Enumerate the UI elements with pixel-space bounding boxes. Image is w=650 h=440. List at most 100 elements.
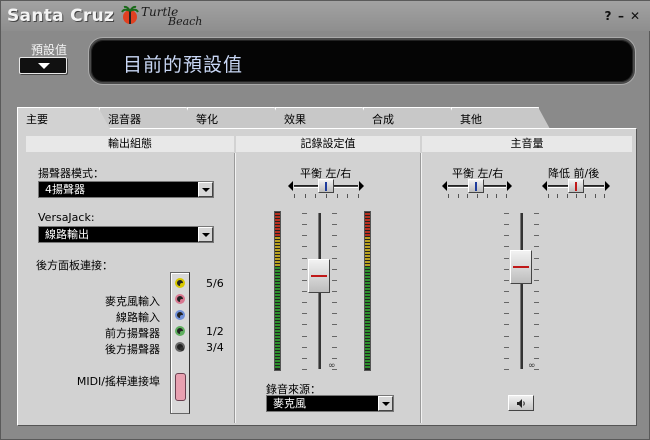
minimize-button[interactable]: – — [615, 10, 627, 22]
meter-segment — [365, 240, 370, 242]
slider-tick — [504, 224, 509, 225]
arrow-right-icon — [359, 181, 364, 191]
meter-segment — [275, 348, 280, 350]
meter-segment — [365, 363, 370, 365]
arrow-left-icon — [442, 181, 447, 191]
slider-tick — [504, 313, 509, 314]
slider-tick — [305, 194, 306, 198]
slider-tick — [504, 358, 509, 359]
meter-segment — [275, 225, 280, 227]
main-tab-panel: 輸出組態 記錄設定值 主音量 揚聲器模式： 4揚聲器 VersaJack: 線路… — [17, 128, 637, 426]
tab-mixer[interactable]: 混音器 — [99, 107, 198, 129]
master-fader-thumb[interactable] — [568, 179, 584, 193]
meter-segment — [365, 354, 370, 356]
meter-segment — [275, 213, 280, 215]
meter-segment — [365, 297, 370, 299]
tab-effects[interactable]: 效果 — [275, 107, 374, 129]
meter-segment — [275, 252, 280, 254]
meter-segment — [365, 237, 370, 239]
record-source-select[interactable]: 麥克風 — [266, 395, 394, 412]
slider-tick — [332, 291, 337, 292]
slider-tick — [534, 324, 539, 325]
meter-segment — [275, 318, 280, 320]
record-source-value: 麥克風 — [273, 397, 306, 410]
slider-tick — [302, 280, 307, 281]
meter-segment — [275, 324, 280, 326]
master-fader-slider[interactable] — [542, 179, 610, 198]
slider-tick — [332, 313, 337, 314]
preset-dropdown-button[interactable] — [19, 57, 67, 74]
slider-tick — [302, 302, 307, 303]
chevron-down-icon[interactable] — [198, 227, 213, 242]
record-volume-thumb[interactable] — [308, 259, 330, 293]
master-balance-thumb[interactable] — [468, 179, 484, 193]
meter-segment — [275, 267, 280, 269]
help-button[interactable]: ? — [602, 10, 614, 22]
slider-tick — [332, 224, 337, 225]
jack-channel-3-4: 3/4 — [206, 341, 224, 354]
slider-tick — [332, 358, 337, 359]
slider-tick — [302, 246, 307, 247]
meter-segment — [275, 249, 280, 251]
meter-segment — [365, 315, 370, 317]
meter-segment — [365, 252, 370, 254]
meter-segment — [365, 360, 370, 362]
slider-tick — [504, 280, 509, 281]
versajack-label: VersaJack: — [38, 211, 95, 224]
tab-main[interactable]: 主要 — [17, 107, 110, 129]
meter-segment — [275, 297, 280, 299]
meter-segment — [365, 216, 370, 218]
slider-tick — [576, 194, 577, 198]
meter-segment — [365, 306, 370, 308]
versajack-select[interactable]: 線路輸出 — [38, 226, 214, 243]
meter-segment — [365, 342, 370, 344]
meter-segment — [275, 321, 280, 323]
meter-segment — [275, 279, 280, 281]
tab-other[interactable]: 其他 — [451, 107, 550, 129]
record-balance-thumb[interactable] — [318, 179, 334, 193]
jack-channel-5-6: 5/6 — [206, 277, 224, 290]
mute-button[interactable] — [508, 395, 534, 411]
master-balance-slider[interactable] — [442, 179, 512, 198]
slider-tick — [534, 280, 539, 281]
slider-tick — [332, 302, 337, 303]
meter-segment — [275, 345, 280, 347]
section-divider — [234, 153, 236, 423]
meter-segment — [275, 303, 280, 305]
slider-tick — [504, 324, 509, 325]
chevron-down-icon[interactable] — [378, 396, 393, 411]
meter-segment — [365, 228, 370, 230]
meter-segment — [365, 303, 370, 305]
slider-tick — [504, 347, 509, 348]
slider-tick — [504, 302, 509, 303]
speaker-mode-select[interactable]: 4揚聲器 — [38, 181, 214, 198]
output-config-header: 輸出組態 — [26, 136, 234, 152]
chevron-down-icon[interactable] — [198, 182, 213, 197]
slider-tick — [534, 269, 539, 270]
meter-segment — [275, 246, 280, 248]
slider-tick — [302, 235, 307, 236]
meter-segment — [275, 216, 280, 218]
speaker-mode-value: 4揚聲器 — [45, 183, 85, 196]
meter-segment — [275, 273, 280, 275]
slider-tick — [504, 258, 509, 259]
slider-tick — [534, 336, 539, 337]
tab-synth[interactable]: 合成 — [363, 107, 462, 129]
meter-segment — [275, 288, 280, 290]
meter-segment — [365, 291, 370, 293]
meter-segment — [365, 270, 370, 272]
master-volume-thumb[interactable] — [510, 250, 532, 284]
meter-segment — [365, 339, 370, 341]
jack-label-line-in: 線路輸入 — [116, 311, 160, 324]
tab-eq[interactable]: 等化 — [187, 107, 286, 129]
meter-segment — [275, 234, 280, 236]
slider-tick — [302, 358, 307, 359]
app-title: Santa Cruz — [7, 6, 115, 26]
slider-tick — [332, 336, 337, 337]
record-balance-slider[interactable] — [288, 179, 364, 198]
meter-segment — [275, 354, 280, 356]
slider-tick — [332, 258, 337, 259]
close-button[interactable]: ✕ — [629, 10, 641, 22]
slider-tick — [332, 280, 337, 281]
title-bar[interactable]: Santa Cruz Turtle Beach ? – ✕ — [1, 1, 650, 31]
